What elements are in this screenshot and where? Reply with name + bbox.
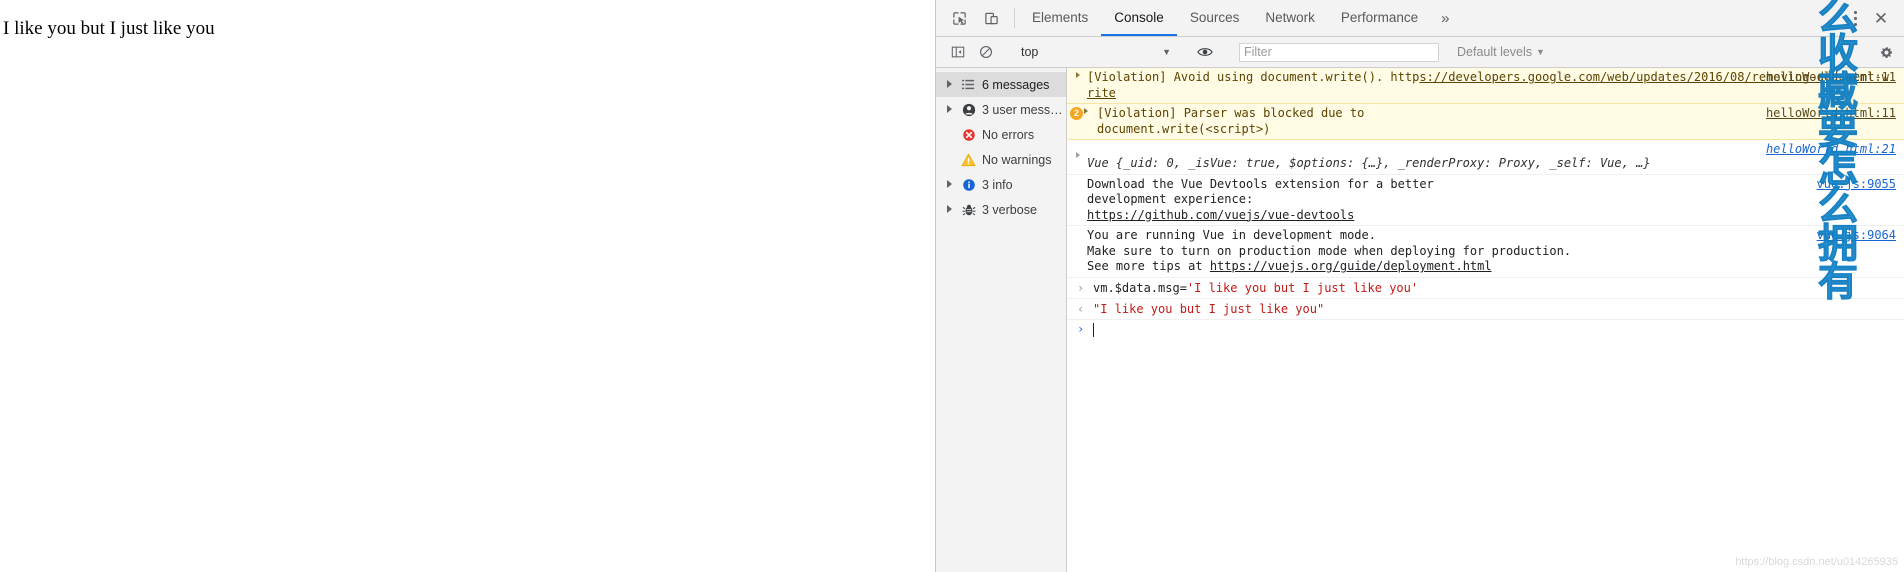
inspect-cursor-icon[interactable] <box>946 5 972 31</box>
sidebar-item-info[interactable]: 3 info <box>936 172 1066 197</box>
watermark-url-text: https://blog.csdn.net/u014265935 <box>1735 556 1898 568</box>
message-source-link[interactable]: vue.js:9055 <box>1817 177 1896 193</box>
page-rendered-text: I like you but I just like you <box>3 18 215 39</box>
tab-performance[interactable]: Performance <box>1328 0 1431 36</box>
result-arrow-icon: ‹ <box>1077 301 1085 316</box>
chevron-down-icon: ▼ <box>1162 47 1171 57</box>
chevron-down-icon: ▼ <box>1536 47 1545 57</box>
console-body: 6 messages 3 user mess… No errors No war… <box>936 68 1904 572</box>
sidebar-item-label: 3 user mess… <box>982 102 1063 117</box>
tab-sources[interactable]: Sources <box>1177 0 1253 36</box>
message-inline-link[interactable]: https://github.com/vuejs/vue-devtools <box>1087 208 1354 222</box>
console-message-vue-dev-mode[interactable]: vue.js:9064 You are running Vue in devel… <box>1067 226 1904 278</box>
console-eval-result-row[interactable]: ‹ "I like you but I just like you" <box>1067 299 1904 320</box>
screenshot-root: I like you but I just like you Elements … <box>0 0 1904 572</box>
eval-input-prefix: vm.$data.msg= <box>1093 280 1187 295</box>
message-source-link[interactable]: helloWorld.html:11 <box>1766 106 1896 122</box>
message-repeat-count-badge: 2 <box>1070 107 1083 120</box>
console-eval-input-row[interactable]: › vm.$data.msg='I like you but I just li… <box>1067 278 1904 299</box>
execution-context-select[interactable]: top ▼ <box>1017 42 1175 62</box>
clear-console-icon[interactable] <box>974 41 998 63</box>
sidebar-item-label: 3 info <box>982 177 1013 192</box>
console-message-vue-object[interactable]: helloWorld.html:21 Vue {_uid: 0, _isVue:… <box>1067 140 1904 175</box>
message-source-link[interactable]: helloWorld.html:21 <box>1766 142 1896 158</box>
sidebar-item-warnings[interactable]: No warnings <box>936 147 1066 172</box>
text-caret <box>1093 322 1094 337</box>
live-expression-eye-icon[interactable] <box>1192 41 1218 63</box>
console-filter-bar: top ▼ Filter Default levels ▼ <box>936 37 1904 68</box>
toolbar-divider <box>1014 8 1015 28</box>
input-arrow-icon: › <box>1077 280 1085 295</box>
sidebar-item-label: No errors <box>982 127 1035 142</box>
kebab-menu-icon[interactable] <box>1844 5 1866 31</box>
eval-input-string: 'I like you but I just like you' <box>1186 280 1419 295</box>
more-tabs-button[interactable]: » <box>1431 0 1459 36</box>
sidebar-item-label: 3 verbose <box>982 202 1037 217</box>
expand-triangle-placeholder <box>946 155 955 164</box>
log-levels-label: Default levels <box>1457 45 1533 59</box>
list-icon <box>961 77 976 92</box>
message-source-link[interactable]: helloWorld.html:11 <box>1766 70 1896 86</box>
prompt-arrow-icon: › <box>1077 321 1085 336</box>
expand-triangle-icon[interactable] <box>946 205 955 214</box>
message-text: Download the Vue Devtools extension for … <box>1087 176 1434 207</box>
tabbar-spacer <box>1460 0 1834 36</box>
sidebar-item-errors[interactable]: No errors <box>936 122 1066 147</box>
console-output[interactable]: helloWorld.html:11 [Violation] Avoid usi… <box>1067 68 1904 572</box>
bug-icon <box>961 202 976 217</box>
eval-result-value: "I like you but I just like you" <box>1093 301 1325 316</box>
expand-triangle-placeholder <box>946 130 955 139</box>
console-sidebar: 6 messages 3 user mess… No errors No war… <box>936 68 1067 572</box>
devtools-panel: Elements Console Sources Network Perform… <box>936 0 1904 572</box>
console-message-violation-parser-blocked[interactable]: 2 helloWorld.html:11 [Violation] Parser … <box>1067 104 1904 140</box>
expand-triangle-icon[interactable] <box>1076 152 1080 158</box>
console-message-vue-devtools[interactable]: vue.js:9055 Download the Vue Devtools ex… <box>1067 174 1904 226</box>
sidebar-item-label: No warnings <box>982 152 1052 167</box>
devtools-tab-list: Elements Console Sources Network Perform… <box>1019 0 1460 36</box>
expand-triangle-icon[interactable] <box>1076 72 1080 78</box>
tabbar-right-controls: ✕ <box>1833 0 1904 36</box>
console-prompt-row[interactable]: › <box>1067 320 1904 340</box>
execution-context-value: top <box>1021 45 1039 59</box>
sidebar-item-verbose[interactable]: 3 verbose <box>936 197 1066 222</box>
log-levels-select[interactable]: Default levels ▼ <box>1457 45 1545 59</box>
error-icon <box>961 127 976 142</box>
devtools-tabbar: Elements Console Sources Network Perform… <box>936 0 1904 37</box>
tab-network[interactable]: Network <box>1252 0 1328 36</box>
message-inline-link[interactable]: https://vuejs.org/guide/deployment.html <box>1210 259 1492 273</box>
sidebar-item-messages[interactable]: 6 messages <box>936 72 1066 97</box>
console-sidebar-toggle-icon[interactable] <box>946 41 970 63</box>
warning-icon <box>961 152 976 167</box>
sidebar-item-label: 6 messages <box>982 77 1050 92</box>
message-source-link[interactable]: vue.js:9064 <box>1817 228 1896 244</box>
tab-elements[interactable]: Elements <box>1019 0 1101 36</box>
browser-page-viewport: I like you but I just like you <box>0 0 936 572</box>
settings-gear-icon[interactable] <box>1874 41 1898 63</box>
expand-triangle-icon[interactable] <box>1084 108 1088 114</box>
devtools-toolbar-icons <box>936 0 1010 36</box>
expand-triangle-icon[interactable] <box>946 105 955 114</box>
tab-console[interactable]: Console <box>1101 0 1177 36</box>
expand-triangle-icon[interactable] <box>946 80 955 89</box>
close-icon[interactable]: ✕ <box>1868 5 1894 31</box>
sidebar-item-user-messages[interactable]: 3 user mess… <box>936 97 1066 122</box>
console-message-violation-document-write[interactable]: helloWorld.html:11 [Violation] Avoid usi… <box>1067 68 1904 104</box>
message-text: [Violation] Avoid using document.write()… <box>1087 70 1420 84</box>
filter-input[interactable]: Filter <box>1239 42 1439 62</box>
info-icon <box>961 177 976 192</box>
user-icon <box>961 102 976 117</box>
expand-triangle-icon[interactable] <box>946 180 955 189</box>
device-toolbar-icon[interactable] <box>978 5 1004 31</box>
